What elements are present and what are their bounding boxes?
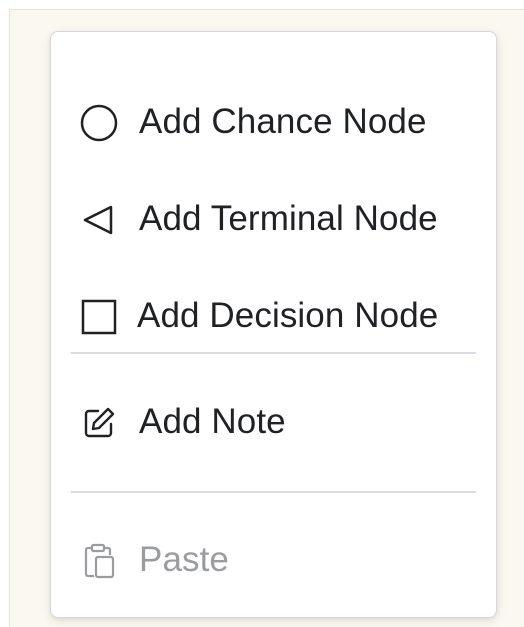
menu-item-label: Add Decision Node (137, 296, 439, 336)
square-icon (79, 297, 119, 337)
context-menu: Add Chance Node Add Terminal Node Add De… (50, 31, 497, 618)
menu-item-label: Add Chance Node (139, 102, 427, 142)
menu-separator (71, 352, 476, 354)
add-chance-node-menu-item[interactable]: Add Chance Node (51, 88, 496, 158)
add-decision-node-menu-item[interactable]: Add Decision Node (51, 282, 496, 352)
menu-item-label: Add Note (139, 402, 286, 442)
menu-separator (71, 491, 476, 493)
circle-icon (79, 103, 119, 143)
menu-item-label: Paste (139, 540, 229, 580)
menu-item-label: Add Terminal Node (139, 199, 438, 239)
add-terminal-node-menu-item[interactable]: Add Terminal Node (51, 185, 496, 255)
triangle-left-icon (79, 200, 119, 240)
edit-note-icon (79, 403, 119, 443)
paste-icon (79, 541, 119, 581)
paste-menu-item[interactable]: Paste (51, 526, 496, 596)
add-note-menu-item[interactable]: Add Note (51, 388, 496, 458)
